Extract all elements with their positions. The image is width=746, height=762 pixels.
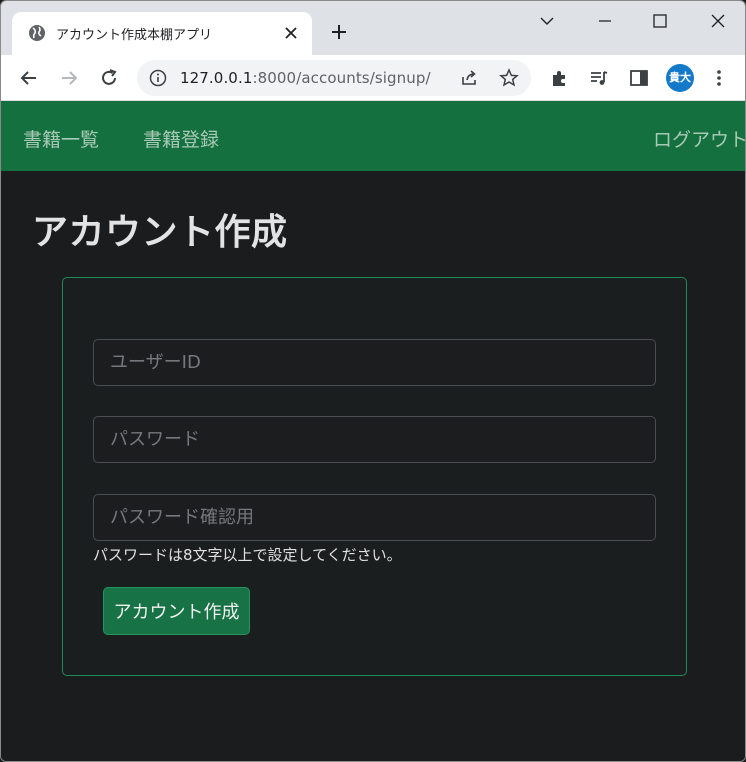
reload-icon[interactable] [98, 67, 120, 89]
url-text: 127.0.0.1:8000/accounts/signup/ [180, 69, 431, 87]
bookmark-star-icon[interactable] [499, 68, 519, 88]
password-confirm-input[interactable] [93, 494, 656, 541]
forward-arrow-icon[interactable] [58, 67, 80, 89]
browser-tab-active[interactable]: アカウント作成本棚アプリ [12, 12, 312, 55]
extensions-puzzle-icon[interactable] [549, 67, 571, 89]
nav-link-book-list[interactable]: 書籍一覧 [23, 125, 99, 152]
back-arrow-icon[interactable] [18, 67, 40, 89]
nav-link-logout[interactable]: ログアウト [653, 125, 745, 152]
tab-strip: アカウント作成本棚アプリ [1, 1, 745, 55]
tab-title: アカウント作成本棚アプリ [56, 28, 213, 43]
nav-link-book-register[interactable]: 書籍登録 [143, 125, 219, 152]
address-bar[interactable]: 127.0.0.1:8000/accounts/signup/ [137, 60, 531, 96]
globe-icon [29, 25, 45, 41]
plus-icon[interactable] [330, 23, 348, 41]
minimize-icon[interactable] [595, 11, 615, 31]
create-account-button[interactable]: アカウント作成 [103, 587, 250, 635]
media-queue-icon[interactable] [588, 67, 610, 89]
username-input[interactable] [93, 339, 656, 386]
navbar: 書籍一覧 書籍登録 ログアウト [1, 101, 745, 171]
close-icon[interactable] [284, 26, 298, 40]
share-icon[interactable] [459, 68, 479, 88]
url-host: 127.0.0.1 [180, 69, 253, 87]
page-content: 書籍一覧 書籍登録 ログアウト アカウント作成 パスワードは8文字以上で設定して… [1, 101, 745, 761]
more-menu-icon[interactable] [708, 67, 730, 89]
password-help-text: パスワードは8文字以上で設定してください。 [93, 546, 402, 564]
signup-form-card: パスワードは8文字以上で設定してください。 アカウント作成 [62, 277, 687, 676]
profile-avatar[interactable]: 貴大 [666, 64, 694, 92]
url-path: :8000/accounts/signup/ [252, 69, 431, 87]
browser-toolbar: 127.0.0.1:8000/accounts/signup/ 貴大 [1, 55, 745, 101]
page-title: アカウント作成 [32, 212, 288, 253]
maximize-icon[interactable] [650, 11, 670, 31]
side-panel-icon[interactable] [628, 67, 650, 89]
window-close-icon[interactable] [708, 11, 728, 31]
browser-window: アカウント作成本棚アプリ 127.0.0.1:8000/accounts/sig… [0, 0, 746, 762]
password-input[interactable] [93, 416, 656, 463]
chevron-down-icon[interactable] [537, 11, 557, 31]
info-icon[interactable] [149, 69, 167, 87]
